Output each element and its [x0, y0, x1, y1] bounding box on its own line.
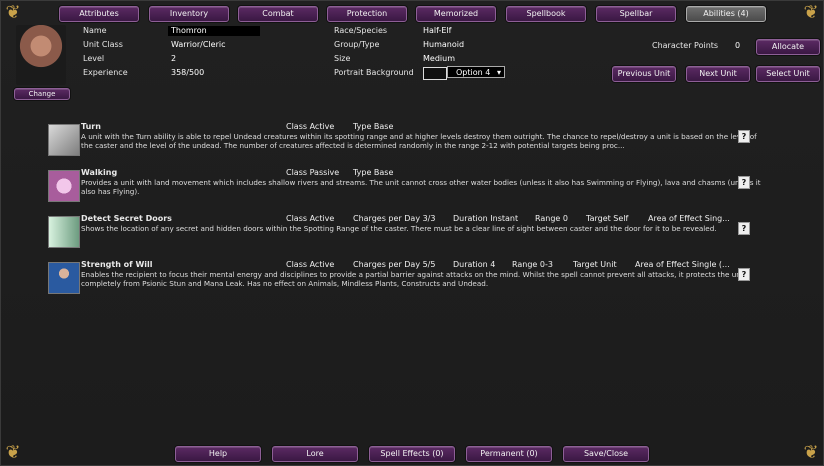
- ability-description: Provides a unit with land movement which…: [81, 178, 761, 196]
- ability-target: Target Unit: [573, 260, 617, 269]
- previous-unit-button[interactable]: Previous Unit: [612, 66, 676, 82]
- label-size: Size: [334, 54, 351, 63]
- corner-ornament-bottom-right: ❦: [803, 442, 819, 463]
- tab-attributes[interactable]: Attributes: [59, 6, 139, 22]
- ability-charges: Charges per Day 5/5: [353, 260, 436, 269]
- ability-type: Type Base: [353, 168, 394, 177]
- save-close-button[interactable]: Save/Close: [563, 446, 649, 462]
- ability-description: A unit with the Turn ability is able to …: [81, 132, 757, 150]
- label-level: Level: [83, 54, 105, 63]
- ability-description: Shows the location of any secret and hid…: [81, 224, 717, 233]
- help-bottom-button[interactable]: Help: [175, 446, 261, 462]
- tab-inventory[interactable]: Inventory: [149, 6, 229, 22]
- corner-ornament-bottom-left: ❦: [5, 442, 21, 463]
- ability-charges: Charges per Day 3/3: [353, 214, 436, 223]
- help-button[interactable]: ?: [738, 176, 750, 189]
- tab-spellbook[interactable]: Spellbook: [506, 6, 586, 22]
- label-portrait-background: Portrait Background: [334, 68, 414, 77]
- help-button[interactable]: ?: [738, 268, 750, 281]
- ability-walking[interactable]: Walking Class Passive Type Base Provides…: [48, 168, 761, 202]
- tab-combat[interactable]: Combat: [238, 6, 318, 22]
- help-button[interactable]: ?: [738, 222, 750, 235]
- allocate-button[interactable]: Allocate: [756, 39, 820, 55]
- ability-class: Class Active: [286, 260, 335, 269]
- help-button[interactable]: ?: [738, 130, 750, 143]
- ability-title: Detect Secret Doors: [81, 214, 172, 223]
- ability-title: Turn: [81, 122, 101, 131]
- turn-icon: [48, 124, 80, 156]
- value-experience: 358/500: [171, 68, 205, 77]
- portrait-background-value: Option 4: [456, 68, 491, 77]
- ability-range: Range 0-3: [512, 260, 553, 269]
- ability-duration: Duration Instant: [453, 214, 519, 223]
- label-unit-class: Unit Class: [83, 40, 123, 49]
- change-portrait-button[interactable]: Change: [14, 88, 70, 100]
- portrait-background-swatch[interactable]: [423, 67, 447, 80]
- value-group: Humanoid: [423, 40, 465, 49]
- corner-ornament-top-right: ❦: [803, 2, 819, 23]
- character-portrait[interactable]: [16, 25, 66, 85]
- character-points-label: Character Points: [652, 41, 719, 50]
- character-points-value: 0: [735, 41, 741, 50]
- ability-turn[interactable]: Turn Class Active Type Base A unit with …: [48, 122, 758, 156]
- ability-area-of-effect: Area of Effect Sing...: [648, 214, 730, 223]
- label-name: Name: [83, 26, 107, 35]
- value-size: Medium: [423, 54, 455, 63]
- permanent-button[interactable]: Permanent (0): [466, 446, 552, 462]
- tab-protection[interactable]: Protection: [327, 6, 407, 22]
- ability-title: Walking: [81, 168, 118, 177]
- ability-description: Enables the recipient to focus their men…: [81, 270, 746, 288]
- portrait-background-select[interactable]: Option 4 ▾: [447, 66, 505, 78]
- label-group: Group/Type: [334, 40, 380, 49]
- tab-abilities[interactable]: Abilities (4): [686, 6, 766, 22]
- tab-memorized[interactable]: Memorized: [416, 6, 496, 22]
- ability-target: Target Self: [586, 214, 629, 223]
- ability-range: Range 0: [535, 214, 568, 223]
- walking-icon: [48, 170, 80, 202]
- secret-door-icon: [48, 216, 80, 248]
- ability-detect-secret-doors[interactable]: Detect Secret Doors Class Active Charges…: [48, 214, 758, 248]
- tab-spellbar[interactable]: Spellbar: [596, 6, 676, 22]
- value-name[interactable]: Thomron: [171, 26, 207, 35]
- strength-of-will-icon: [48, 262, 80, 294]
- ability-type: Type Base: [353, 122, 394, 131]
- spell-effects-button[interactable]: Spell Effects (0): [369, 446, 455, 462]
- chevron-down-icon: ▾: [496, 68, 501, 77]
- ability-area-of-effect: Area of Effect Single (...: [635, 260, 730, 269]
- ability-strength-of-will[interactable]: Strength of Will Class Active Charges pe…: [48, 260, 758, 294]
- ability-title: Strength of Will: [81, 260, 153, 269]
- value-level: 2: [171, 54, 177, 63]
- ability-class: Class Passive: [286, 168, 340, 177]
- label-experience: Experience: [83, 68, 128, 77]
- ability-class: Class Active: [286, 122, 335, 131]
- value-unit-class: Warrior/Cleric: [171, 40, 226, 49]
- corner-ornament-top-left: ❦: [5, 2, 21, 23]
- value-race: Half-Elf: [423, 26, 452, 35]
- lore-button[interactable]: Lore: [272, 446, 358, 462]
- next-unit-button[interactable]: Next Unit: [686, 66, 750, 82]
- label-race: Race/Species: [334, 26, 388, 35]
- ability-duration: Duration 4: [453, 260, 496, 269]
- ability-class: Class Active: [286, 214, 335, 223]
- select-unit-button[interactable]: Select Unit: [756, 66, 820, 82]
